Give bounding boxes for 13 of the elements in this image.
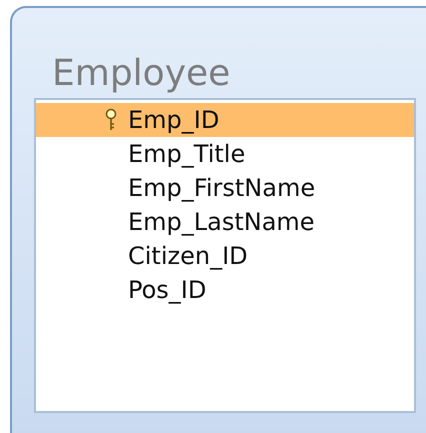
field-row[interactable]: Emp_LastName: [36, 205, 414, 239]
field-row[interactable]: Citizen_ID: [36, 239, 414, 273]
field-row[interactable]: Emp_Title: [36, 137, 414, 171]
field-row[interactable]: Emp_ID: [36, 103, 414, 137]
field-name: Emp_Title: [128, 140, 246, 168]
table-title: Employee: [51, 52, 232, 96]
field-name: Citizen_ID: [128, 242, 248, 270]
field-row[interactable]: Pos_ID: [36, 273, 414, 307]
field-name: Emp_LastName: [128, 208, 315, 236]
field-name: Emp_ID: [128, 106, 220, 134]
field-row[interactable]: Emp_FirstName: [36, 171, 414, 205]
field-name: Emp_FirstName: [128, 174, 316, 202]
field-name: Pos_ID: [128, 276, 206, 304]
